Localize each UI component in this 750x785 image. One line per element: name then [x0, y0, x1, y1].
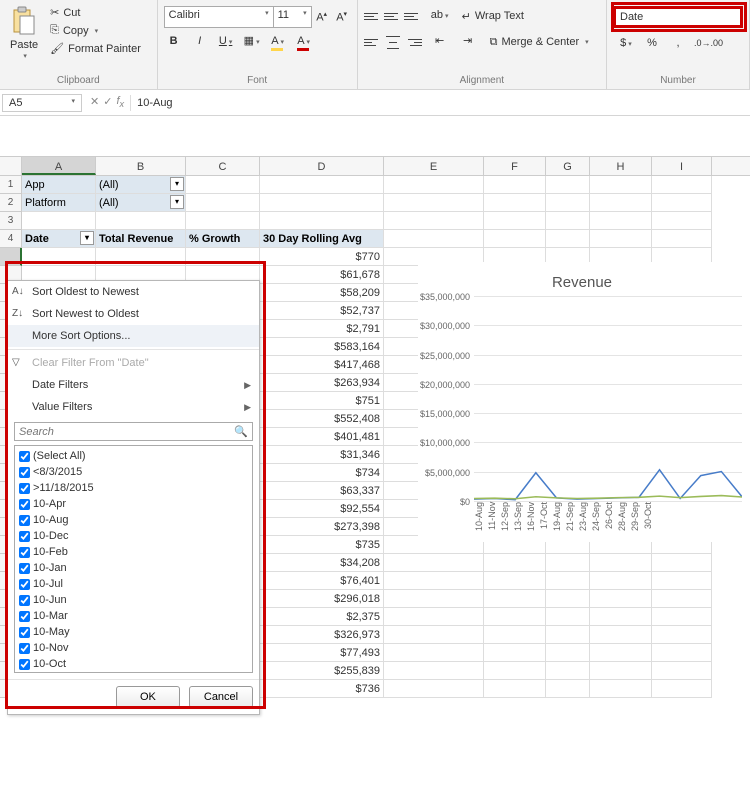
- col-header[interactable]: C: [186, 157, 260, 175]
- wrap-text-button[interactable]: ↵Wrap Text: [458, 8, 528, 25]
- more-sort-options[interactable]: More Sort Options...: [8, 325, 259, 347]
- align-center-button[interactable]: [384, 34, 402, 50]
- row-header[interactable]: 1: [0, 176, 22, 194]
- filter-checkbox-item[interactable]: 10-Jan: [17, 560, 250, 576]
- filter-checkbox-item[interactable]: 10-Aug: [17, 512, 250, 528]
- align-bot-button[interactable]: [404, 8, 422, 24]
- col-header[interactable]: F: [484, 157, 546, 175]
- value-filters-submenu[interactable]: Value Filters▶: [8, 396, 259, 418]
- sort-desc-icon: Z↓: [12, 308, 23, 319]
- clear-filter-icon: ▽: [12, 357, 20, 368]
- col-header[interactable]: G: [546, 157, 590, 175]
- filter-ok-button[interactable]: OK: [116, 686, 180, 708]
- font-name-select[interactable]: Calibri▾: [164, 6, 274, 28]
- column-headers: A B C D E F G H I: [0, 156, 750, 176]
- increase-font-button[interactable]: A▴: [312, 6, 332, 26]
- ribbon: Paste ▾ ✂Cut ⎘Copy▾ 🖌Format Painter Clip…: [0, 0, 750, 90]
- filter-dropdown-button[interactable]: ▾: [80, 231, 94, 245]
- row-header[interactable]: 4: [0, 230, 22, 248]
- filter-dropdown-menu: A↓Sort Oldest to Newest Z↓Sort Newest to…: [7, 280, 260, 715]
- date-filters-submenu[interactable]: Date Filters▶: [8, 374, 259, 396]
- col-header[interactable]: E: [384, 157, 484, 175]
- sort-newest-oldest[interactable]: Z↓Sort Newest to Oldest: [8, 303, 259, 325]
- cancel-formula-icon[interactable]: ✕: [90, 95, 99, 109]
- filter-checkbox-item[interactable]: >11/18/2015: [17, 480, 250, 496]
- orientation-button[interactable]: ab▾: [430, 6, 450, 26]
- decrease-indent-button[interactable]: ⇤: [430, 32, 450, 52]
- search-icon: 🔍: [234, 425, 248, 438]
- filter-checkbox-item[interactable]: <8/3/2015: [17, 464, 250, 480]
- fx-icon[interactable]: fx: [116, 95, 124, 109]
- align-mid-button[interactable]: [384, 8, 402, 24]
- filter-checkbox-item[interactable]: 10-Mar: [17, 608, 250, 624]
- wrap-icon: ↵: [462, 10, 471, 23]
- filter-value-list[interactable]: (Select All)<8/3/2015>11/18/201510-Apr10…: [14, 445, 253, 673]
- number-format-select[interactable]: Date: [613, 6, 743, 28]
- filter-checkbox-item[interactable]: 10-Sep: [17, 672, 250, 673]
- format-painter-button[interactable]: 🖌Format Painter: [46, 40, 145, 57]
- filter-checkbox-item[interactable]: 10-Feb: [17, 544, 250, 560]
- enter-formula-icon[interactable]: ✓: [103, 95, 112, 109]
- paste-label: Paste: [10, 39, 38, 51]
- brush-icon: 🖌: [50, 42, 64, 55]
- currency-button[interactable]: $▾: [616, 34, 636, 54]
- name-box[interactable]: A5▾: [2, 94, 82, 112]
- italic-button[interactable]: I: [190, 32, 210, 52]
- filter-checkbox-item[interactable]: (Select All): [17, 448, 250, 464]
- filter-checkbox-item[interactable]: 10-Dec: [17, 528, 250, 544]
- font-size-select[interactable]: 11▾: [274, 6, 312, 28]
- group-label-clipboard: Clipboard: [6, 75, 151, 88]
- filter-checkbox-item[interactable]: 10-Jul: [17, 576, 250, 592]
- bold-button[interactable]: B: [164, 32, 184, 52]
- filter-dropdown-button[interactable]: ▾: [170, 177, 184, 191]
- increase-indent-button[interactable]: ⇥: [458, 32, 478, 52]
- merge-center-button[interactable]: ⧉Merge & Center▾: [486, 34, 593, 51]
- decrease-font-button[interactable]: A▾: [332, 6, 352, 26]
- row-header[interactable]: 3: [0, 212, 22, 230]
- col-header[interactable]: B: [96, 157, 186, 175]
- col-header[interactable]: D: [260, 157, 384, 175]
- formula-input[interactable]: 10-Aug: [130, 95, 750, 111]
- filter-search[interactable]: 🔍: [14, 422, 253, 441]
- group-label-number: Number: [613, 75, 743, 88]
- copy-button[interactable]: ⎘Copy▾: [46, 22, 145, 39]
- percent-button[interactable]: %: [642, 34, 662, 54]
- formula-bar: A5▾ ✕ ✓ fx 10-Aug: [0, 90, 750, 116]
- fill-color-button[interactable]: A▾: [268, 32, 288, 52]
- sort-oldest-newest[interactable]: A↓Sort Oldest to Newest: [8, 281, 259, 303]
- clear-filter: ▽Clear Filter From "Date": [8, 352, 259, 374]
- align-top-button[interactable]: [364, 8, 382, 24]
- filter-cancel-button[interactable]: Cancel: [189, 686, 253, 708]
- align-right-button[interactable]: [404, 34, 422, 50]
- merge-icon: ⧉: [490, 36, 498, 49]
- align-left-button[interactable]: [364, 34, 382, 50]
- inc-decimal-button[interactable]: .0→.00: [694, 34, 714, 54]
- col-header[interactable]: A: [22, 157, 96, 175]
- paste-button[interactable]: Paste ▾: [6, 2, 42, 64]
- filter-checkbox-item[interactable]: 10-Nov: [17, 640, 250, 656]
- comma-button[interactable]: ,: [668, 34, 688, 54]
- scissors-icon: ✂: [50, 6, 59, 19]
- group-label-alignment: Alignment: [364, 75, 600, 88]
- col-header[interactable]: H: [590, 157, 652, 175]
- sort-asc-icon: A↓: [12, 286, 24, 297]
- revenue-chart[interactable]: Revenue $0$5,000,000$10,000,000$15,000,0…: [418, 262, 746, 542]
- group-label-font: Font: [164, 75, 351, 88]
- font-color-button[interactable]: A▾: [294, 32, 314, 52]
- filter-checkbox-item[interactable]: 10-May: [17, 624, 250, 640]
- chart-title: Revenue: [418, 274, 746, 291]
- row-header[interactable]: 2: [0, 194, 22, 212]
- borders-button[interactable]: ▦▾: [242, 32, 262, 52]
- filter-dropdown-button[interactable]: ▾: [170, 195, 184, 209]
- filter-checkbox-item[interactable]: 10-Oct: [17, 656, 250, 672]
- filter-checkbox-item[interactable]: 10-Apr: [17, 496, 250, 512]
- copy-icon: ⎘: [50, 24, 59, 37]
- col-header[interactable]: I: [652, 157, 712, 175]
- filter-search-input[interactable]: [19, 426, 234, 438]
- underline-button[interactable]: U▾: [216, 32, 236, 52]
- row-header[interactable]: [0, 248, 22, 266]
- cut-button[interactable]: ✂Cut: [46, 4, 145, 21]
- filter-checkbox-item[interactable]: 10-Jun: [17, 592, 250, 608]
